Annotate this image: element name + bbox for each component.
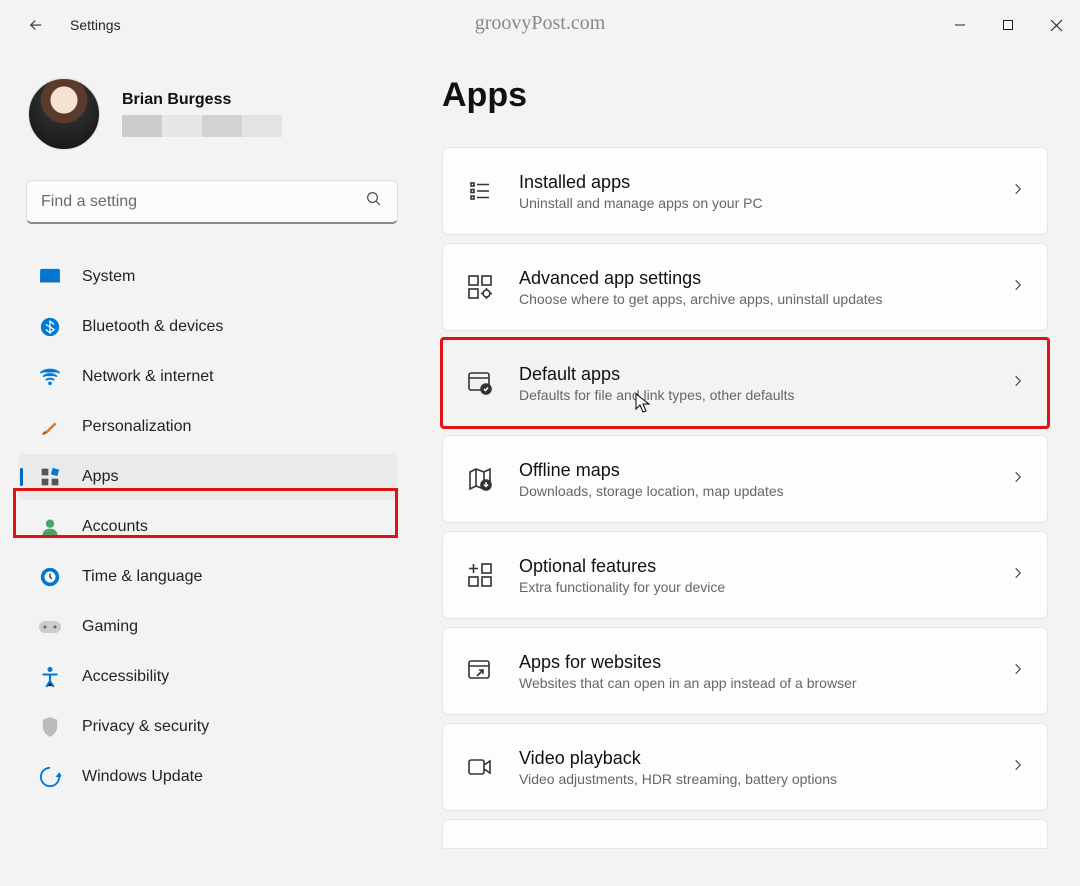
chevron-right-icon: [1011, 278, 1025, 297]
chevron-right-icon: [1011, 758, 1025, 777]
panel-video-playback[interactable]: Video playback Video adjustments, HDR st…: [442, 723, 1048, 811]
panel-subtitle: Choose where to get apps, archive apps, …: [519, 291, 1011, 307]
clock-globe-icon: [38, 565, 62, 589]
chevron-right-icon: [1011, 182, 1025, 201]
page-title: Apps: [442, 76, 1048, 115]
sidebar-item-network[interactable]: Network & internet: [18, 354, 398, 400]
grid-gear-icon: [465, 272, 495, 302]
chevron-right-icon: [1011, 374, 1025, 393]
panel-title: Video playback: [519, 748, 1011, 769]
chevron-right-icon: [1011, 566, 1025, 585]
sidebar-item-update[interactable]: Windows Update: [18, 754, 398, 800]
main-content: Apps Installed apps Uninstall and manage…: [398, 50, 1080, 886]
sidebar-item-label: System: [82, 268, 135, 286]
panel-list: Installed apps Uninstall and manage apps…: [442, 147, 1048, 849]
sidebar-item-label: Privacy & security: [82, 718, 209, 736]
gamepad-icon: [38, 615, 62, 639]
sidebar-item-gaming[interactable]: Gaming: [18, 604, 398, 650]
chevron-right-icon: [1011, 662, 1025, 681]
profile-email-redacted: [122, 115, 282, 137]
update-icon: [38, 765, 62, 789]
panel-title: Apps for websites: [519, 652, 1011, 673]
panel-subtitle: Websites that can open in an app instead…: [519, 675, 1011, 691]
sidebar-item-label: Time & language: [82, 568, 202, 586]
list-icon: [465, 176, 495, 206]
sidebar-item-label: Bluetooth & devices: [82, 318, 223, 336]
person-icon: [38, 515, 62, 539]
window-controls: [936, 6, 1080, 44]
window-title: Settings: [70, 17, 121, 33]
chevron-right-icon: [1011, 470, 1025, 489]
brush-icon: [38, 415, 62, 439]
sidebar-item-time[interactable]: Time & language: [18, 554, 398, 600]
sidebar-item-system[interactable]: System: [18, 254, 398, 300]
map-download-icon: [465, 464, 495, 494]
panel-apps-for-websites[interactable]: Apps for websites Websites that can open…: [442, 627, 1048, 715]
window-check-icon: [465, 368, 495, 398]
back-button[interactable]: [26, 15, 46, 35]
panel-title: Default apps: [519, 364, 1011, 385]
wifi-icon: [38, 365, 62, 389]
minimize-button[interactable]: [936, 6, 984, 44]
shield-icon: [38, 715, 62, 739]
settings-window: Settings groovyPost.com Brian Burgess: [0, 0, 1080, 886]
panel-subtitle: Uninstall and manage apps on your PC: [519, 195, 1011, 211]
accessibility-icon: [38, 665, 62, 689]
watermark-text: groovyPost.com: [475, 12, 606, 35]
search-icon: [365, 190, 383, 213]
system-icon: [38, 265, 62, 289]
sidebar-item-label: Network & internet: [82, 368, 214, 386]
panel-title: Optional features: [519, 556, 1011, 577]
sidebar-item-accessibility[interactable]: Accessibility: [18, 654, 398, 700]
sidebar-item-bluetooth[interactable]: Bluetooth & devices: [18, 304, 398, 350]
search-box[interactable]: [26, 180, 398, 224]
sidebar-item-label: Gaming: [82, 618, 138, 636]
sidebar-item-label: Apps: [82, 468, 118, 486]
apps-icon: [38, 465, 62, 489]
panel-installed-apps[interactable]: Installed apps Uninstall and manage apps…: [442, 147, 1048, 235]
sidebar-item-label: Accessibility: [82, 668, 169, 686]
panel-title: Advanced app settings: [519, 268, 1011, 289]
sidebar-item-label: Accounts: [82, 518, 148, 536]
panel-advanced-app-settings[interactable]: Advanced app settings Choose where to ge…: [442, 243, 1048, 331]
panel-subtitle: Defaults for file and link types, other …: [519, 387, 1011, 403]
search-input[interactable]: [41, 193, 365, 211]
sidebar-item-privacy[interactable]: Privacy & security: [18, 704, 398, 750]
close-button[interactable]: [1032, 6, 1080, 44]
panel-subtitle: Downloads, storage location, map updates: [519, 483, 1011, 499]
sidebar-item-personalization[interactable]: Personalization: [18, 404, 398, 450]
grid-plus-icon: [465, 560, 495, 590]
panel-offline-maps[interactable]: Offline maps Downloads, storage location…: [442, 435, 1048, 523]
video-icon: [465, 752, 495, 782]
panel-default-apps[interactable]: Default apps Defaults for file and link …: [442, 339, 1048, 427]
profile-name: Brian Burgess: [122, 91, 282, 109]
sidebar-item-accounts[interactable]: Accounts: [18, 504, 398, 550]
window-link-icon: [465, 656, 495, 686]
sidebar-item-label: Personalization: [82, 418, 191, 436]
panel-subtitle: Video adjustments, HDR streaming, batter…: [519, 771, 1011, 787]
bluetooth-icon: [38, 315, 62, 339]
sidebar: Brian Burgess System Bluetooth & devices: [0, 50, 398, 886]
sidebar-item-label: Windows Update: [82, 768, 203, 786]
profile-block[interactable]: Brian Burgess: [18, 78, 398, 180]
avatar: [28, 78, 100, 150]
panel-subtitle: Extra functionality for your device: [519, 579, 1011, 595]
maximize-button[interactable]: [984, 6, 1032, 44]
panel-title: Offline maps: [519, 460, 1011, 481]
nav-list: System Bluetooth & devices Network & int…: [18, 252, 398, 802]
panel-title: Installed apps: [519, 172, 1011, 193]
panel-startup-stub[interactable]: Startup: [442, 819, 1048, 849]
panel-optional-features[interactable]: Optional features Extra functionality fo…: [442, 531, 1048, 619]
titlebar: Settings groovyPost.com: [0, 0, 1080, 50]
sidebar-item-apps[interactable]: Apps: [18, 454, 398, 500]
